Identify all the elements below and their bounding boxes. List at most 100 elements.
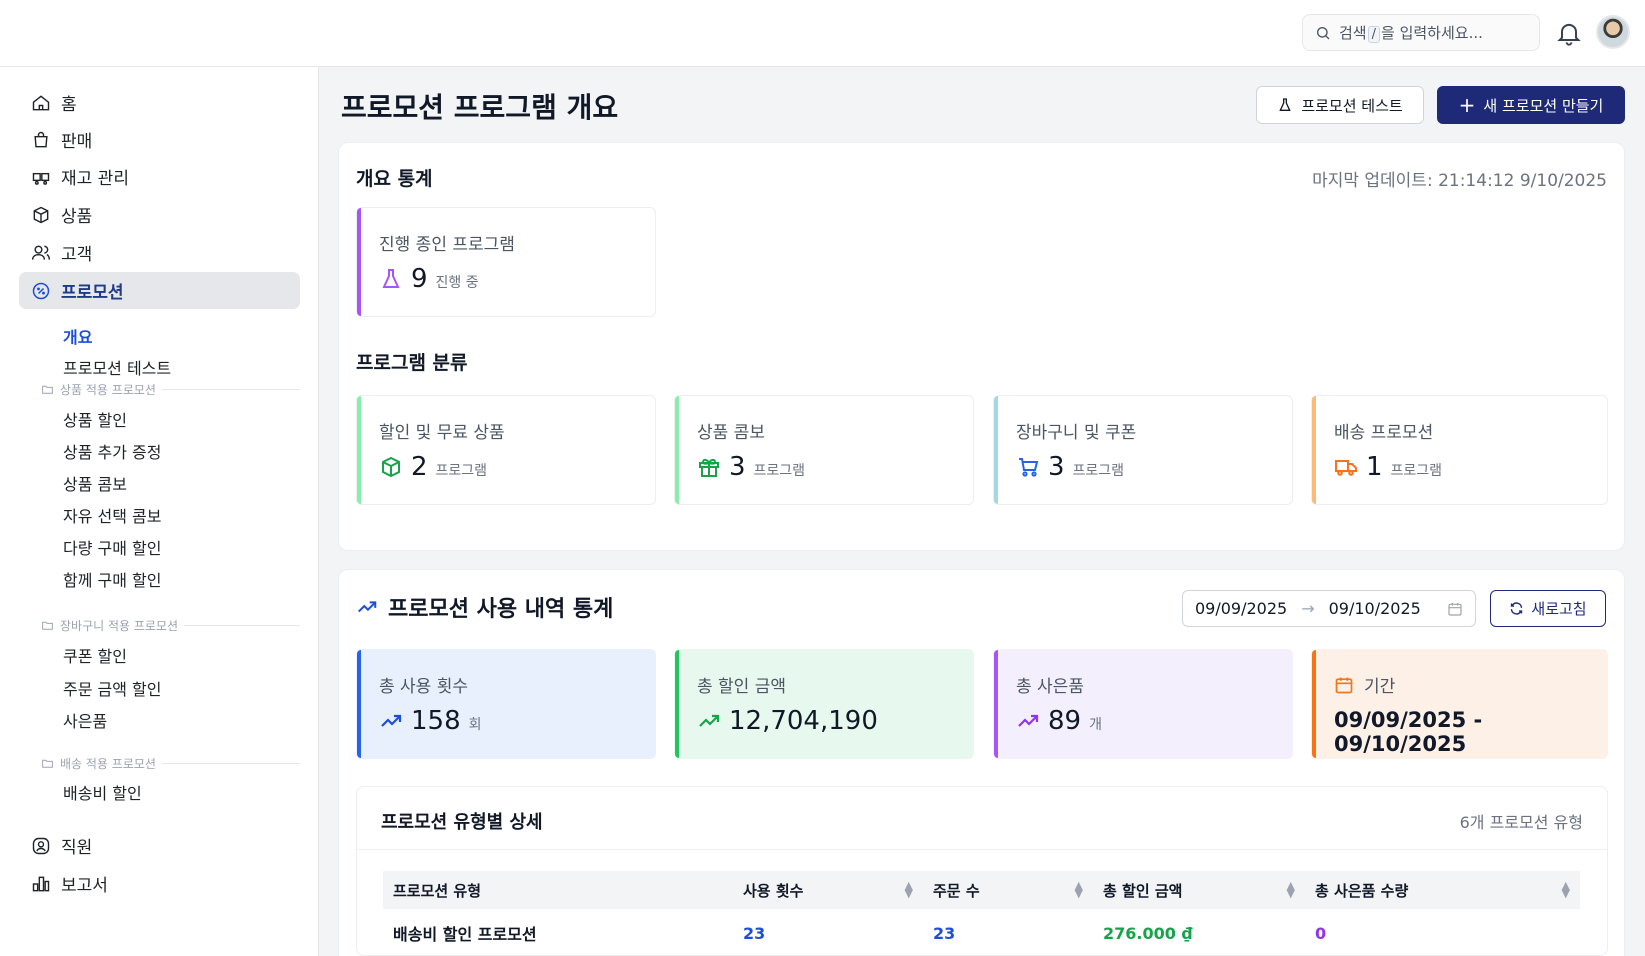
arrow-right-icon: → (1301, 599, 1315, 618)
sidebar-subitem[interactable]: 주문 금액 할인 (63, 676, 162, 700)
calendar-icon[interactable] (1447, 601, 1463, 617)
users-icon (31, 245, 51, 260)
trending-up-icon (699, 714, 720, 727)
sidebar-subitem[interactable]: 쿠폰 할인 (63, 643, 127, 667)
cell-orders: 23 (933, 923, 956, 943)
cell-uses: 23 (743, 923, 766, 943)
card-value: 89 (1048, 706, 1082, 736)
search-input[interactable]: 검색 / 을 입력하세요... (1302, 14, 1540, 51)
gift-icon (699, 458, 719, 477)
sidebar-item-promotions[interactable]: 프로모션 (19, 272, 300, 309)
shopping-bag-icon (34, 131, 48, 147)
sidebar-subitem[interactable]: 상품 추가 증정 (63, 439, 162, 463)
date-range-picker[interactable]: 09/09/2025 → 09/10/2025 (1182, 590, 1476, 627)
sidebar-item-label: 판매 (61, 132, 93, 152)
last-update-text: 마지막 업데이트: 21:14:12 9/10/2025 (1312, 171, 1607, 191)
card-label: 배송 프로모션 (1334, 423, 1434, 443)
table-row[interactable]: 배송비 할인 프로모션 23 23 276.000 ₫ 0 (383, 914, 1580, 952)
card-unit: 프로그램 (435, 463, 488, 479)
sidebar-item-home[interactable]: 홈 (19, 84, 300, 121)
sidebar-group-product: 상품 적용 프로모션 (41, 381, 300, 398)
category-card-discount[interactable]: 할인 및 무료 상품 2 프로그램 (356, 395, 656, 505)
period-value: 09/09/2025 - 09/10/2025 (1334, 708, 1483, 756)
category-card-combo[interactable]: 상품 콤보 3 프로그램 (674, 395, 974, 505)
sidebar-subitem[interactable]: 자유 선택 콤보 (63, 503, 162, 527)
card-value: 158 (411, 706, 461, 736)
card-value: 3 (729, 452, 746, 482)
promotion-test-button[interactable]: 프로모션 테스트 (1256, 86, 1424, 124)
card-value: 3 (1048, 452, 1065, 482)
sidebar-subitem[interactable]: 상품 할인 (63, 407, 127, 431)
card-label: 기간 (1334, 672, 1395, 697)
card-label: 상품 콤보 (697, 423, 765, 443)
sidebar-subitem[interactable]: 다량 구매 할인 (63, 535, 162, 559)
stat-card-total-uses: 총 사용 횟수 158 회 (356, 649, 656, 759)
sidebar-subitem[interactable]: 함께 구매 할인 (63, 567, 162, 591)
sidebar-item-customers[interactable]: 고객 (19, 234, 300, 271)
plus-icon: + (1458, 93, 1476, 117)
divider (356, 849, 1608, 850)
sidebar-subitem[interactable]: 사은품 (63, 708, 107, 732)
card-value: 12,704,190 (729, 706, 878, 736)
column-header-orders[interactable]: 주문 수 ▲ ▼ (923, 871, 1093, 909)
column-header-discount[interactable]: 총 할인 금액 ▲ ▼ (1093, 871, 1305, 909)
category-card-cart[interactable]: 장바구니 및 쿠폰 3 프로그램 (993, 395, 1293, 505)
search-shortcut-key: / (1367, 26, 1380, 43)
card-label: 총 사용 횟수 (379, 677, 469, 697)
sidebar: 홈 판매 재고 관리 상품 고객 프로모션 개요 프로모션 테스트 상품 적용 … (0, 67, 319, 956)
new-promotion-button[interactable]: + 새 프로모션 만들기 (1437, 86, 1625, 124)
folder-icon (42, 385, 53, 394)
trending-up-icon (1018, 714, 1039, 727)
card-unit: 프로그램 (1072, 463, 1125, 479)
column-header-type[interactable]: 프로모션 유형 (383, 871, 733, 909)
detail-title: 프로모션 유형별 상세 (381, 812, 543, 833)
home-icon (32, 94, 50, 110)
sort-icon[interactable]: ▲ ▼ (1075, 880, 1083, 899)
sort-icon[interactable]: ▲ ▼ (1562, 880, 1570, 899)
card-unit: 프로그램 (753, 463, 806, 479)
sidebar-item-label: 홈 (61, 95, 77, 115)
sidebar-item-label: 프로모션 (61, 283, 124, 303)
folder-icon (42, 759, 53, 768)
date-to[interactable]: 09/10/2025 (1329, 599, 1421, 618)
date-from[interactable]: 09/09/2025 (1195, 599, 1287, 618)
sidebar-subitem-promotion-test[interactable]: 프로모션 테스트 (63, 355, 171, 379)
sidebar-item-reports[interactable]: 보고서 (19, 865, 300, 902)
card-unit: 개 (1089, 717, 1102, 733)
sidebar-item-staff[interactable]: 직원 (19, 827, 300, 864)
sort-icon[interactable]: ▲ ▼ (1287, 880, 1295, 899)
stat-card-period: 기간 09/09/2025 - 09/10/2025 (1311, 649, 1608, 759)
page-title: 프로모션 프로그램 개요 (341, 91, 619, 124)
avatar[interactable] (1596, 15, 1630, 49)
detail-count: 6개 프로모션 유형 (1459, 813, 1583, 832)
sidebar-subitem[interactable]: 배송비 할인 (63, 780, 142, 804)
top-bar: 검색 / 을 입력하세요... (0, 0, 1645, 67)
refresh-button[interactable]: 새로고침 (1490, 590, 1606, 627)
column-header-uses[interactable]: 사용 횟수 ▲ ▼ (733, 871, 923, 909)
usage-header: 프로모션 사용 내역 통계 (356, 591, 613, 623)
sidebar-item-sales[interactable]: 판매 (19, 121, 300, 158)
stat-card-total-discount: 총 할인 금액 12,704,190 (674, 649, 974, 759)
calendar-icon (1335, 677, 1353, 693)
card-unit: 진행 중 (435, 275, 479, 291)
trending-up-icon (358, 601, 377, 613)
percent-badge-icon (32, 282, 50, 299)
bell-icon[interactable] (1555, 19, 1583, 47)
sidebar-subitem[interactable]: 상품 콤보 (63, 471, 127, 495)
warehouse-icon (32, 172, 50, 185)
cell-type: 배송비 할인 프로모션 (393, 925, 537, 944)
user-circle-icon (32, 837, 50, 854)
table-header: 프로모션 유형 사용 횟수 ▲ ▼ 주문 수 ▲ ▼ 총 할인 금액 ▲ ▼ 총 사은품 수… (383, 871, 1580, 909)
trending-up-icon (381, 714, 402, 727)
sort-icon[interactable]: ▲ ▼ (905, 880, 913, 899)
sidebar-subitem-overview[interactable]: 개요 (63, 324, 92, 348)
card-unit: 회 (468, 717, 482, 733)
column-header-gifts[interactable]: 총 사은품 수량 ▲ ▼ (1305, 871, 1580, 909)
sidebar-item-inventory[interactable]: 재고 관리 (19, 158, 300, 195)
cart-icon (1019, 458, 1039, 477)
truck-icon (1335, 460, 1357, 476)
sidebar-item-label: 상품 (61, 207, 93, 227)
sidebar-item-products[interactable]: 상품 (19, 196, 300, 233)
category-card-shipping[interactable]: 배송 프로모션 1 프로그램 (1311, 395, 1608, 505)
box-icon (382, 456, 400, 478)
